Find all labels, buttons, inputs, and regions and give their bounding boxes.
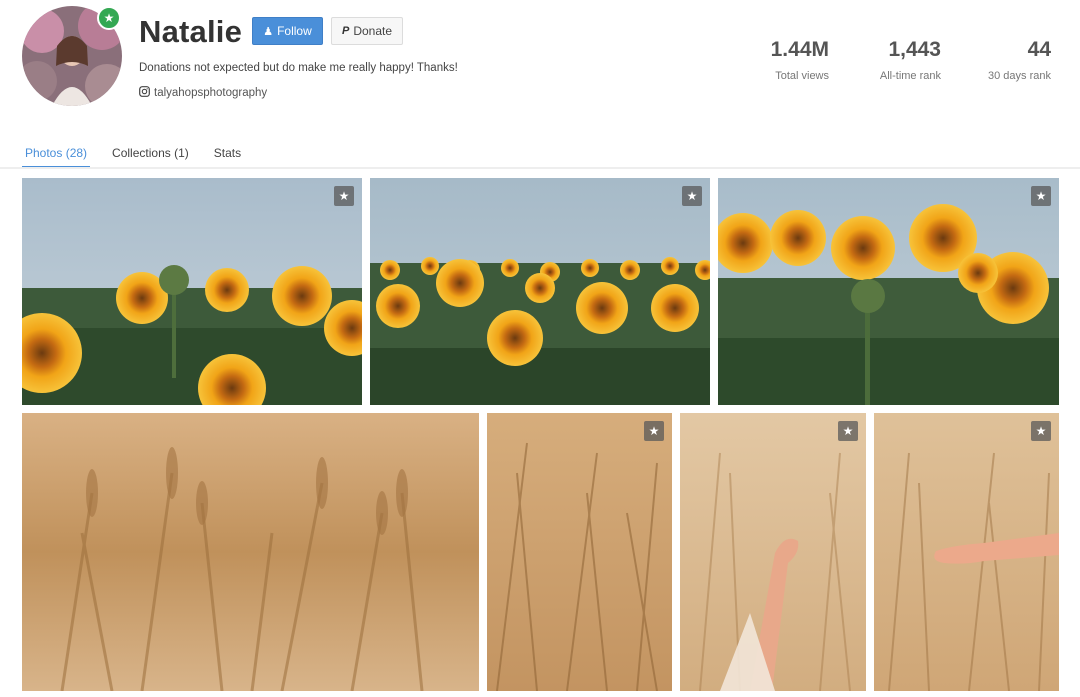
photo-card[interactable]: ★ (487, 413, 672, 691)
wheat-photo (680, 413, 866, 691)
stat-label: Total views (775, 70, 829, 82)
star-icon: ★ (103, 11, 115, 25)
tab-photos[interactable]: Photos (28) (22, 146, 91, 168)
instagram-icon (139, 86, 150, 100)
favorite-star-icon[interactable]: ★ (838, 421, 858, 441)
profile-tabs: Photos (28) Collections (1) Stats (22, 146, 263, 168)
photo-card[interactable]: ★ (874, 413, 1059, 691)
favorite-star-icon[interactable]: ★ (1031, 421, 1051, 441)
tab-stats[interactable]: Stats (211, 146, 244, 168)
favorite-star-icon[interactable]: ★ (334, 186, 354, 206)
photo-card[interactable]: ★ (370, 178, 710, 405)
stat-value: 1.44M (770, 38, 829, 61)
photo-card[interactable]: ★ (22, 178, 362, 405)
paypal-icon: P (341, 25, 350, 37)
favorite-star-icon[interactable]: ★ (644, 421, 664, 441)
follow-label: Follow (277, 24, 312, 38)
photo-card[interactable]: ★ (718, 178, 1059, 405)
user-plus-icon: ♟ (263, 25, 274, 38)
profile-name: Natalie (139, 14, 243, 49)
stat-30-days-rank: 44 30 days rank (988, 38, 1051, 82)
stat-total-views: 1.44M Total views (771, 38, 829, 82)
photo-card[interactable] (22, 413, 479, 691)
donate-button[interactable]: P Donate (331, 17, 403, 45)
donate-label: Donate (353, 24, 393, 38)
wheat-photo (487, 413, 672, 691)
favorite-star-icon[interactable]: ★ (682, 186, 702, 206)
follow-button[interactable]: ♟ Follow (252, 17, 323, 45)
verified-badge: ★ (97, 6, 121, 30)
wheat-photo (22, 413, 479, 691)
stat-label: All-time rank (879, 70, 941, 82)
sunflower-photo (370, 178, 710, 405)
stat-all-time-rank: 1,443 All-time rank (880, 38, 941, 82)
profile-bio: Donations not expected but do make me re… (139, 62, 458, 74)
tabs-divider (0, 167, 1080, 169)
stat-value: 1,443 (888, 38, 941, 61)
stat-label: 30 days rank (988, 70, 1051, 82)
sunflower-photo (718, 178, 1059, 405)
sunflower-photo (22, 178, 362, 405)
stat-value: 44 (1027, 38, 1051, 61)
instagram-handle: talyahopsphotography (154, 87, 268, 99)
profile-header: ★ Natalie ♟ Follow P Donate Donations no… (0, 0, 1080, 170)
instagram-link[interactable]: talyahopsphotography (139, 86, 267, 100)
wheat-photo (874, 413, 1059, 691)
favorite-star-icon[interactable]: ★ (1031, 186, 1051, 206)
tab-collections[interactable]: Collections (1) (109, 146, 192, 168)
photo-card[interactable]: ★ (680, 413, 866, 691)
